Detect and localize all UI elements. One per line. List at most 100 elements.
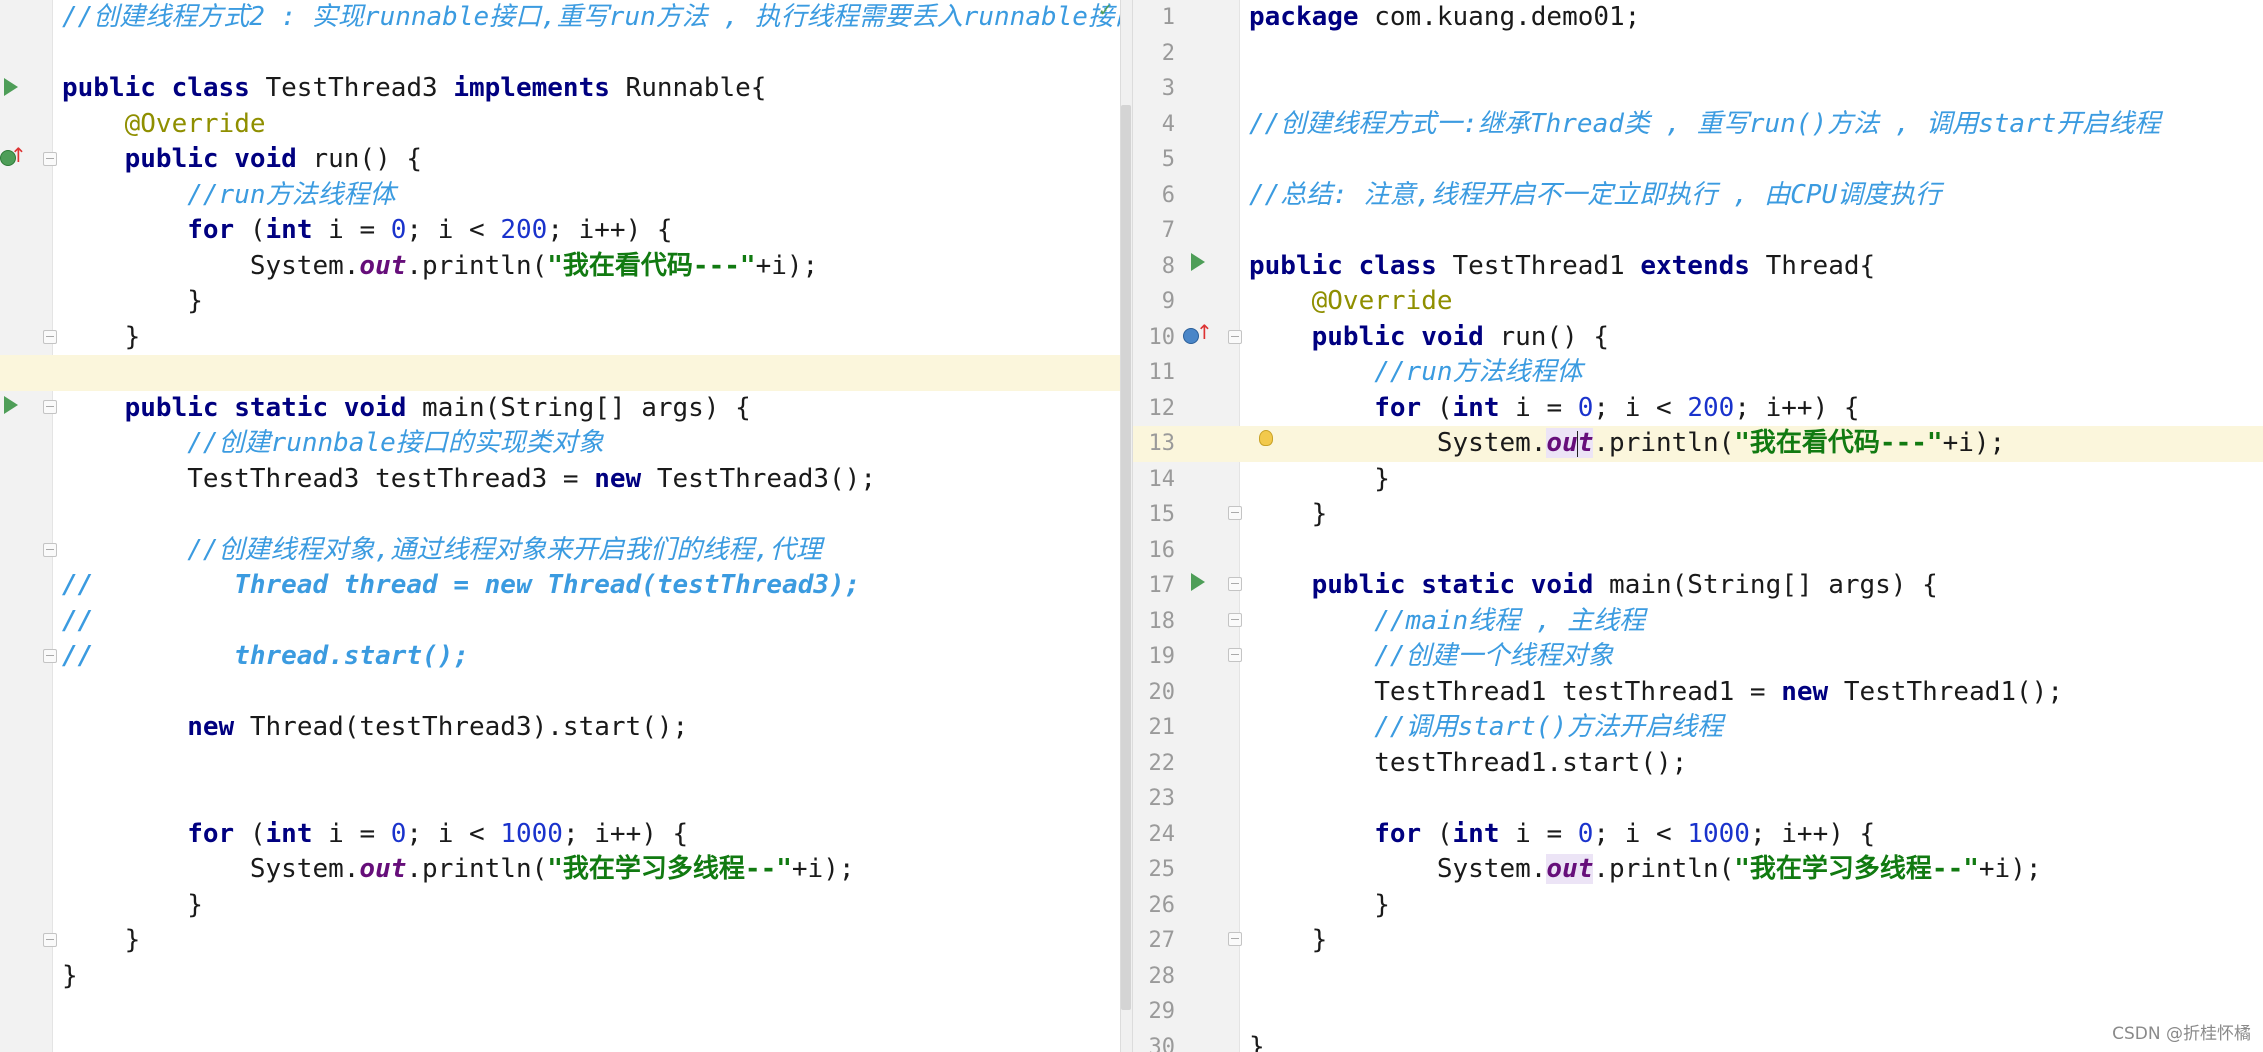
code-text[interactable]: } — [62, 959, 78, 995]
code-line[interactable]: 14 } — [1133, 462, 2263, 498]
code-text[interactable]: TestThread3 testThread3 = new TestThread… — [62, 462, 876, 498]
code-text[interactable]: } — [62, 320, 141, 356]
code-line[interactable]: 18 //main线程 , 主线程 — [1133, 604, 2263, 640]
code-line[interactable]: 1 package com.kuang.demo01; — [1133, 0, 2263, 36]
code-line[interactable]: for (int i = 0; i < 200; i++) { — [0, 213, 1120, 249]
code-line[interactable]: 10 public void run() { — [1133, 320, 2263, 356]
code-text[interactable]: //创建runnbale接口的实现类对象 — [62, 426, 604, 462]
code-line[interactable]: 17 public static void main(String[] args… — [1133, 568, 2263, 604]
run-gutter-icon[interactable] — [1191, 573, 1205, 591]
code-text[interactable]: System.out.println("我在学习多线程--"+i); — [62, 852, 855, 888]
code-line[interactable] — [0, 675, 1120, 711]
code-line[interactable]: //创建runnbale接口的实现类对象 — [0, 426, 1120, 462]
code-line[interactable] — [0, 36, 1120, 72]
code-line[interactable]: // — [0, 604, 1120, 640]
code-text[interactable]: TestThread1 testThread1 = new TestThread… — [1249, 675, 2063, 711]
fold-marker-icon[interactable] — [1228, 330, 1242, 344]
code-line[interactable]: //run方法线程体 — [0, 178, 1120, 214]
code-line[interactable]: 22 testThread1.start(); — [1133, 746, 2263, 782]
code-text[interactable]: //创建线程方式2 : 实现runnable接口,重写run方法 , 执行线程需… — [62, 0, 1120, 36]
code-line[interactable]: //创建线程对象,通过线程对象来开启我们的线程,代理 — [0, 533, 1120, 569]
fold-marker-icon[interactable] — [43, 152, 57, 166]
intention-bulb-icon[interactable] — [1259, 430, 1273, 446]
code-line[interactable]: 8 public class TestThread1 extends Thread… — [1133, 249, 2263, 285]
code-text[interactable]: } — [1249, 1030, 1265, 1052]
code-text[interactable]: //run方法线程体 — [62, 178, 395, 214]
run-gutter-icon[interactable] — [4, 78, 18, 96]
code-text[interactable]: new Thread(testThread3).start(); — [62, 710, 688, 746]
code-text[interactable]: } — [62, 888, 203, 924]
code-text[interactable]: public static void main(String[] args) { — [1249, 568, 1938, 604]
run-gutter-icon[interactable] — [1191, 253, 1205, 271]
code-text[interactable]: //main线程 , 主线程 — [1249, 604, 1645, 640]
fold-marker-icon[interactable] — [43, 400, 57, 414]
overrides-arrow-icon[interactable]: ↑ — [1196, 322, 1213, 342]
code-text[interactable]: for (int i = 0; i < 1000; i++) { — [1249, 817, 1875, 853]
fold-marker-icon[interactable] — [43, 543, 57, 557]
inspection-ok-icon[interactable]: ✓ — [1098, 0, 1113, 21]
code-text[interactable]: @Override — [62, 107, 266, 143]
code-line[interactable]: 24 for (int i = 0; i < 1000; i++) { — [1133, 817, 2263, 853]
code-line[interactable]: 29 — [1133, 994, 2263, 1030]
editor-left[interactable]: //创建线程方式2 : 实现runnable接口,重写run方法 , 执行线程需… — [0, 0, 1120, 1052]
code-text[interactable]: public class TestThread3 implements Runn… — [62, 71, 766, 107]
code-line[interactable]: @Override — [0, 107, 1120, 143]
scrollbar-thumb[interactable] — [1121, 105, 1131, 1010]
code-text[interactable]: // Thread thread = new Thread(testThread… — [62, 568, 860, 604]
code-line[interactable] — [0, 746, 1120, 782]
code-line[interactable]: 6 //总结: 注意,线程开启不一定立即执行 , 由CPU调度执行 — [1133, 178, 2263, 214]
code-text[interactable]: //调用start()方法开启线程 — [1249, 710, 1723, 746]
code-line[interactable]: 20 TestThread1 testThread1 = new TestThr… — [1133, 675, 2263, 711]
code-text[interactable]: } — [1249, 923, 1328, 959]
code-text[interactable]: public class TestThread1 extends Thread{ — [1249, 249, 1875, 285]
code-line[interactable]: 9 @Override — [1133, 284, 2263, 320]
code-text[interactable]: //创建线程方式一:继承Thread类 , 重写run()方法 , 调用star… — [1249, 107, 2160, 143]
code-line[interactable]: 12 for (int i = 0; i < 200; i++) { — [1133, 391, 2263, 427]
code-line[interactable]: TestThread3 testThread3 = new TestThread… — [0, 462, 1120, 498]
code-line[interactable] — [0, 497, 1120, 533]
fold-marker-icon[interactable] — [43, 933, 57, 947]
code-line[interactable]: //创建线程方式2 : 实现runnable接口,重写run方法 , 执行线程需… — [0, 0, 1120, 36]
code-line[interactable]: } — [0, 959, 1120, 995]
run-gutter-icon[interactable] — [4, 396, 18, 414]
code-line[interactable]: public void run() { — [0, 142, 1120, 178]
code-line[interactable]: System.out.println("我在看代码---"+i); — [0, 249, 1120, 285]
code-line[interactable]: 26 } — [1133, 888, 2263, 924]
code-line[interactable]: 16 — [1133, 533, 2263, 569]
code-text[interactable]: } — [62, 923, 141, 959]
fold-marker-icon[interactable] — [1228, 932, 1242, 946]
code-line[interactable]: 5 — [1133, 142, 2263, 178]
code-text[interactable]: // — [62, 604, 93, 640]
code-line[interactable]: 23 — [1133, 781, 2263, 817]
code-line[interactable]: public static void main(String[] args) { — [0, 391, 1120, 427]
code-line[interactable]: // thread.start(); — [0, 639, 1120, 675]
code-line[interactable]: public class TestThread3 implements Runn… — [0, 71, 1120, 107]
code-line[interactable]: 2 — [1133, 36, 2263, 72]
code-text[interactable]: @Override — [1249, 284, 1453, 320]
code-line[interactable]: 15 } — [1133, 497, 2263, 533]
fold-marker-icon[interactable] — [1228, 577, 1242, 591]
code-line[interactable]: 13 System.out.println("我在看代码---"+i); — [1133, 426, 2263, 462]
code-line[interactable] — [0, 355, 1120, 391]
code-text[interactable]: //创建线程对象,通过线程对象来开启我们的线程,代理 — [62, 533, 822, 569]
code-text[interactable]: System.out.println("我在看代码---"+i); — [62, 249, 818, 285]
code-line[interactable]: 11 //run方法线程体 — [1133, 355, 2263, 391]
code-text[interactable]: //创建一个线程对象 — [1249, 639, 1613, 675]
code-text[interactable]: public void run() { — [62, 142, 422, 178]
code-text[interactable]: for (int i = 0; i < 200; i++) { — [1249, 391, 1859, 427]
code-line[interactable]: 4 //创建线程方式一:继承Thread类 , 重写run()方法 , 调用sta… — [1133, 107, 2263, 143]
code-text[interactable]: public static void main(String[] args) { — [62, 391, 751, 427]
code-text[interactable]: package com.kuang.demo01; — [1249, 0, 1640, 36]
code-line[interactable]: 3 — [1133, 71, 2263, 107]
code-line[interactable]: } — [0, 923, 1120, 959]
code-text[interactable]: //总结: 注意,线程开启不一定立即执行 , 由CPU调度执行 — [1249, 178, 1941, 214]
code-line[interactable]: 7 — [1133, 213, 2263, 249]
fold-marker-icon[interactable] — [1228, 648, 1242, 662]
code-text[interactable]: for (int i = 0; i < 200; i++) { — [62, 213, 672, 249]
code-line[interactable]: } — [0, 320, 1120, 356]
code-text[interactable]: } — [1249, 888, 1390, 924]
code-text[interactable]: } — [1249, 462, 1390, 498]
code-text[interactable]: for (int i = 0; i < 1000; i++) { — [62, 817, 688, 853]
editor-right[interactable]: 1 package com.kuang.demo01; 2 3 4//创建线程方式一:继… — [1133, 0, 2263, 1052]
code-line[interactable]: 19 //创建一个线程对象 — [1133, 639, 2263, 675]
